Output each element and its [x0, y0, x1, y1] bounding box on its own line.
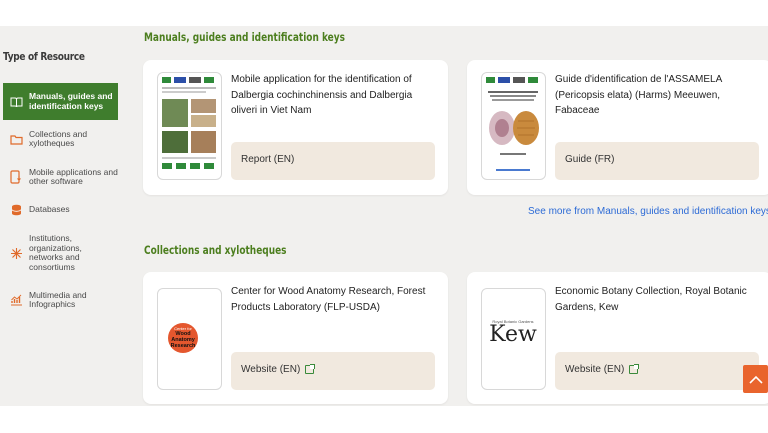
resource-tag[interactable]: Report (EN)	[241, 154, 294, 165]
database-icon	[9, 203, 23, 217]
card-title[interactable]: Guide d'identification de l'ASSAMELA (Pe…	[555, 72, 760, 119]
resource-card-mobile-app[interactable]: Mobile application for the identificatio…	[143, 60, 448, 195]
sidebar-item-label: Multimedia and Infographics	[29, 289, 87, 309]
section-title-collections: Collections and xylotheques	[144, 243, 287, 257]
wood-anatomy-logo: Center for Wood Anatomy Research	[168, 323, 198, 353]
tag-box: Website (EN)	[231, 352, 435, 390]
scroll-to-top-button[interactable]	[743, 365, 768, 393]
sidebar-item-label: Mobile applications and other software	[29, 166, 118, 186]
folder-icon	[9, 132, 23, 146]
resource-card-wood-anatomy[interactable]: Center for Wood Anatomy Research Center …	[143, 272, 448, 404]
sidebar-item-multimedia[interactable]: Multimedia and Infographics	[3, 289, 118, 311]
chevron-up-icon	[748, 375, 763, 384]
logo-thumbnail: Center for Wood Anatomy Research	[157, 288, 222, 390]
book-icon	[9, 95, 23, 109]
logo-thumbnail: Royal Botanic Gardens Kew	[481, 288, 546, 390]
sidebar-item-label: Collections and xylotheques	[29, 128, 88, 148]
external-link-icon	[305, 364, 316, 374]
card-title[interactable]: Economic Botany Collection, Royal Botani…	[555, 284, 760, 315]
main-area: Type of Resource Manuals, guides and ide…	[0, 26, 768, 406]
tag-box: Report (EN)	[231, 142, 435, 180]
resource-tag[interactable]: Website (EN)	[565, 364, 640, 375]
sidebar-title: Type of Resource	[3, 50, 85, 63]
section-title-manuals: Manuals, guides and identification keys	[144, 30, 345, 44]
resource-tag[interactable]: Website (EN)	[241, 364, 316, 375]
sidebar-item-label: Institutions, organizations, networks an…	[29, 233, 82, 272]
resource-card-assamela-guide[interactable]: Guide d'identification de l'ASSAMELA (Pe…	[467, 60, 768, 195]
chart-icon	[9, 293, 23, 307]
card-title[interactable]: Center for Wood Anatomy Research, Forest…	[231, 284, 436, 315]
card-title[interactable]: Mobile application for the identificatio…	[231, 72, 436, 119]
sidebar-item-collections[interactable]: Collections and xylotheques	[3, 128, 118, 150]
network-icon	[9, 246, 23, 260]
see-more-link[interactable]: See more from Manuals, guides and identi…	[528, 206, 768, 217]
tag-box: Guide (FR)	[555, 142, 759, 180]
document-thumbnail	[481, 72, 546, 180]
sidebar-item-label: Databases	[29, 204, 70, 215]
document-thumbnail	[157, 72, 222, 180]
mobile-download-icon	[9, 170, 23, 184]
sidebar-item-mobile-apps[interactable]: Mobile applications and other software	[3, 166, 118, 188]
resource-tag[interactable]: Guide (FR)	[565, 154, 614, 165]
kew-logo: Royal Botanic Gardens Kew	[489, 319, 537, 347]
resource-card-kew[interactable]: Royal Botanic Gardens Kew Economic Botan…	[467, 272, 768, 404]
sidebar-item-label: Manuals, guides and identification keys	[29, 91, 113, 111]
bottom-band	[0, 406, 768, 433]
sidebar-item-databases[interactable]: Databases	[3, 203, 118, 217]
sidebar-item-manuals[interactable]: Manuals, guides and identification keys	[3, 83, 118, 120]
external-link-icon	[629, 364, 640, 374]
top-band	[0, 0, 768, 26]
sidebar-item-institutions[interactable]: Institutions, organizations, networks an…	[3, 233, 118, 273]
tag-box: Website (EN)	[555, 352, 759, 390]
